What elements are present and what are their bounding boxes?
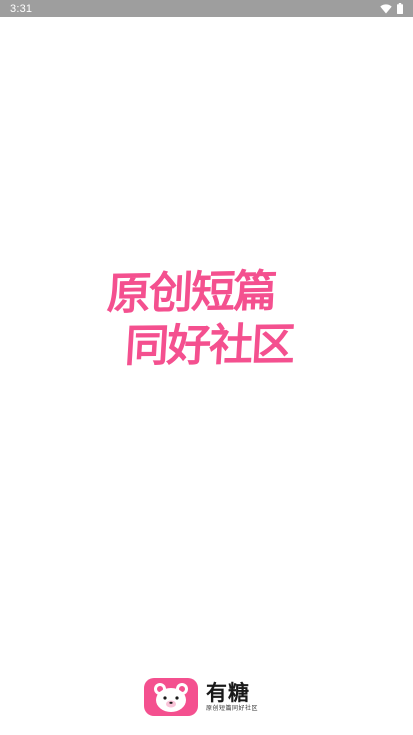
- brand-name: 有糖: [206, 680, 250, 705]
- brand-tagline: 原创短篇同好社区: [206, 704, 259, 712]
- wifi-icon: [380, 3, 392, 13]
- battery-icon: [397, 3, 403, 14]
- slogan-line-2: 同好社区: [123, 319, 295, 372]
- bear-logo-icon: [144, 678, 198, 716]
- slogan-line-1: 原创短篇: [105, 266, 277, 320]
- status-bar: 3:31: [0, 0, 413, 17]
- brand-footer: 有糖 原创短篇同好社区: [144, 677, 258, 717]
- brand-text: 有糖 原创短篇同好社区: [206, 682, 258, 713]
- status-time: 3:31: [10, 2, 33, 15]
- splash-slogan: 原创短篇 同好社区: [103, 266, 313, 381]
- status-icons: [380, 3, 403, 14]
